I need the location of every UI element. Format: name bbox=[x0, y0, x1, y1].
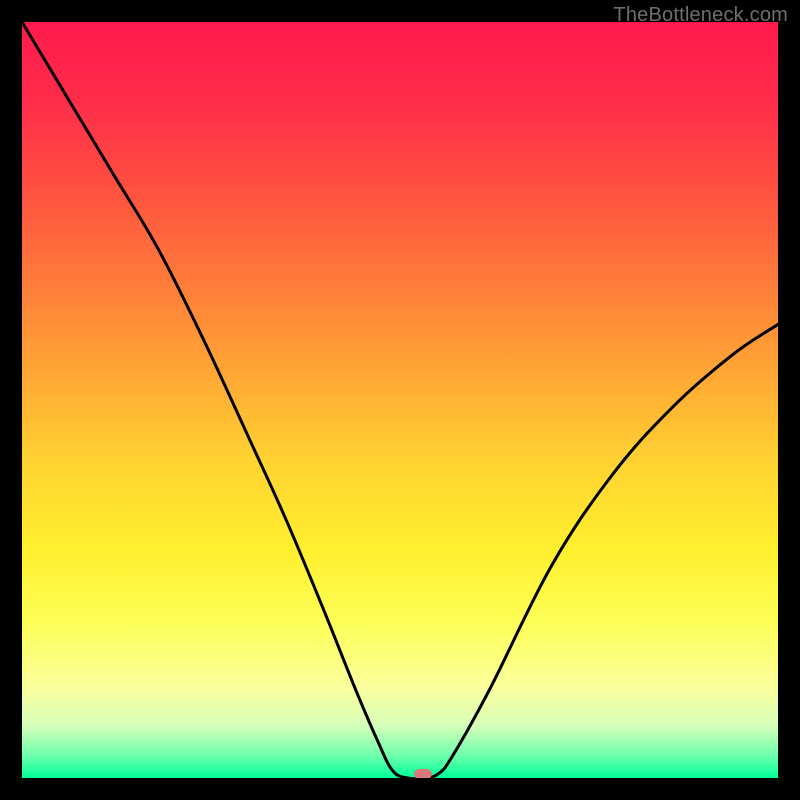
watermark-text: TheBottleneck.com bbox=[613, 4, 788, 27]
chart-container: TheBottleneck.com bbox=[0, 0, 800, 800]
plot-area bbox=[22, 22, 778, 778]
bottleneck-curve bbox=[22, 22, 778, 778]
optimal-marker bbox=[414, 769, 432, 778]
